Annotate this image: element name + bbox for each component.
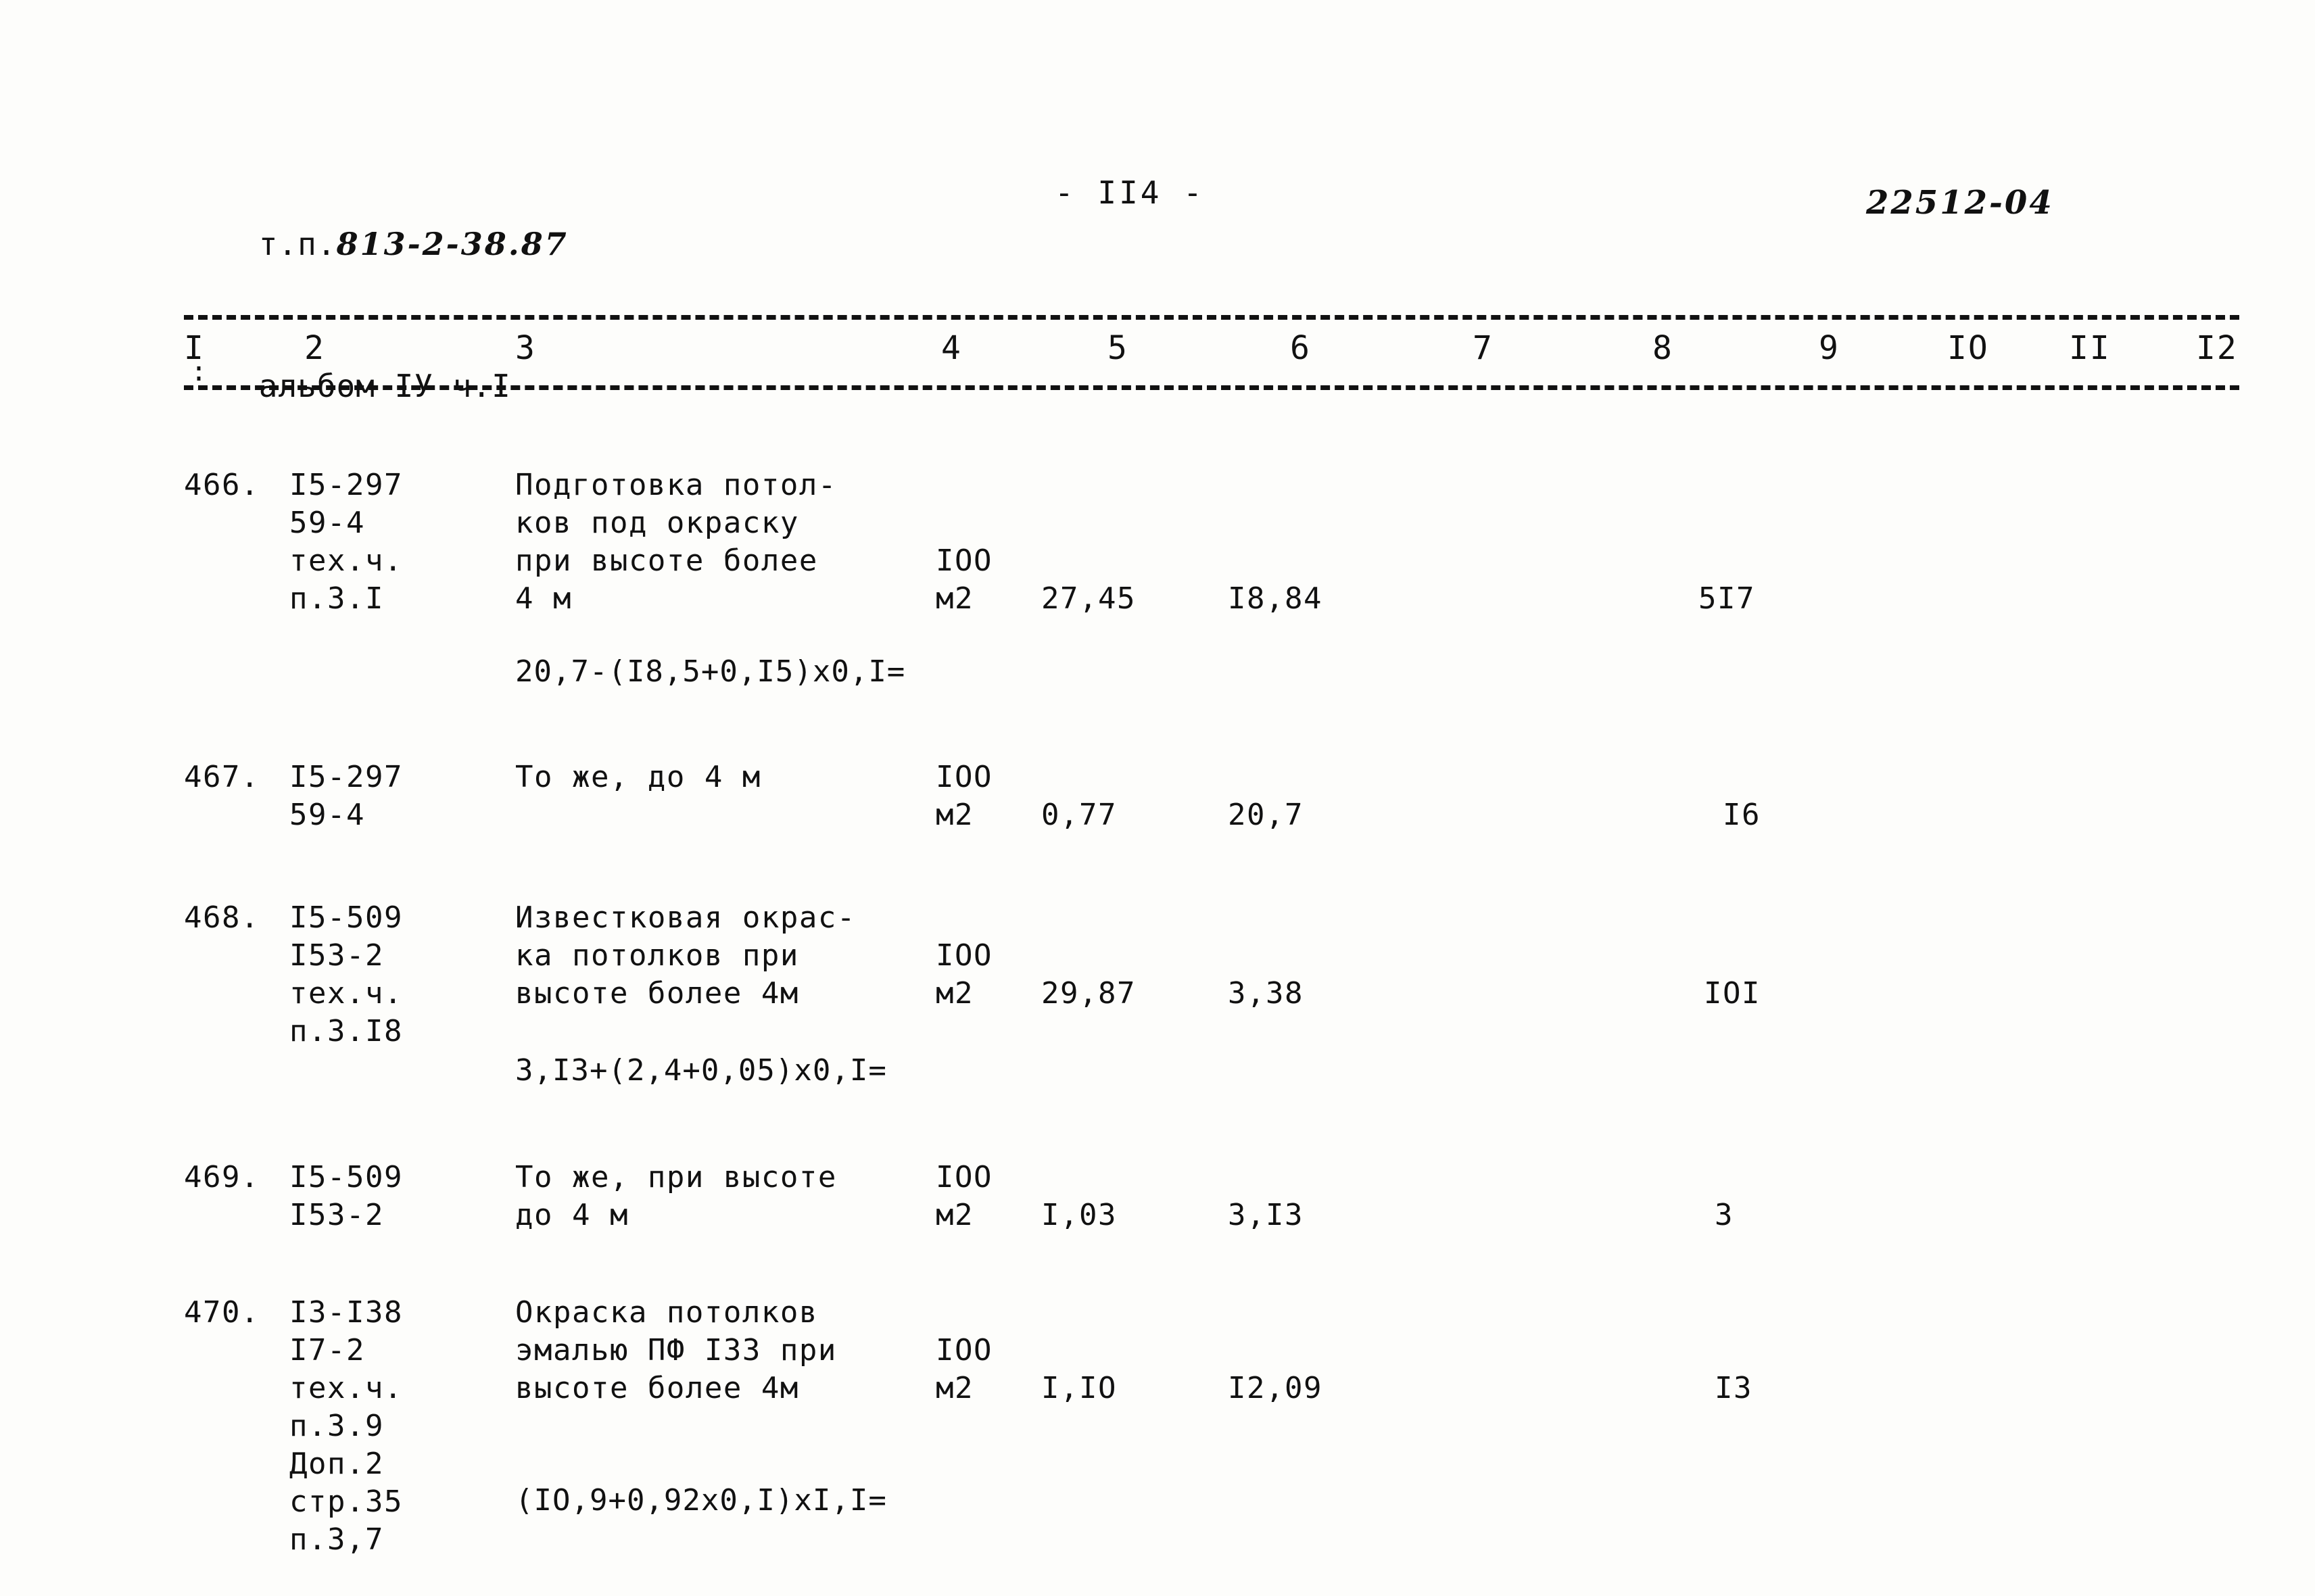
column-header-11: II bbox=[2069, 329, 2111, 367]
table-row-col6: 20,7 bbox=[1228, 798, 1304, 832]
table-row-description: Подготовка потол- ков под окраску при вы… bbox=[515, 468, 837, 616]
column-header-3: 3 bbox=[515, 329, 536, 367]
table-row-unit: IOO м2 bbox=[936, 1333, 993, 1405]
column-header-12: I2 bbox=[2196, 329, 2238, 367]
table-row-formula: 20,7-(I8,5+0,I5)x0,I= bbox=[515, 654, 906, 689]
doc-code-label: т.п. bbox=[258, 226, 337, 262]
table-row-codes: I5-297 59-4 bbox=[289, 760, 403, 832]
table-row-no: 466. bbox=[184, 468, 260, 502]
table-row-col5: I,03 bbox=[1041, 1198, 1117, 1232]
table-row-unit: IOO м2 bbox=[936, 1160, 993, 1232]
table-row-unit: IOO м2 bbox=[936, 760, 993, 832]
column-header-5: 5 bbox=[1107, 329, 1128, 367]
table-row-unit: IOO м2 bbox=[936, 938, 993, 1011]
document-page: т.п.813-2-38.87 альбом IУ ч.I - II4 - 22… bbox=[0, 0, 2315, 1596]
table-row-no: 468. bbox=[184, 900, 260, 935]
column-header-9: 9 bbox=[1819, 329, 1840, 367]
table-row-description: Известковая окрас- ка потолков при высот… bbox=[515, 900, 856, 1011]
table-row-unit: IOO м2 bbox=[936, 543, 993, 616]
table-row-codes: I5-509 I53-2 тех.ч. п.3.I8 bbox=[289, 900, 403, 1048]
table-row-codes: I5-297 59-4 тех.ч. п.3.I bbox=[289, 468, 403, 616]
table-row-col6: 3,I3 bbox=[1228, 1198, 1304, 1232]
table-row-col6: 3,38 bbox=[1228, 976, 1304, 1011]
table-row-col8: I6 bbox=[1723, 798, 1761, 832]
doc-code-value: 813-2-38.87 bbox=[336, 226, 569, 262]
table-row-col8: I3 bbox=[1715, 1371, 1752, 1405]
table-row-col8: 3 bbox=[1715, 1198, 1734, 1232]
column-header-1: I bbox=[184, 329, 205, 367]
table-row-col8: IOI bbox=[1704, 976, 1761, 1011]
table-row-col5: I,IO bbox=[1041, 1371, 1117, 1405]
column-header-4: 4 bbox=[941, 329, 962, 367]
table-rule-bottom bbox=[184, 385, 2239, 390]
table-row-description: Окраска потолков эмалью ПФ I33 при высот… bbox=[515, 1295, 837, 1405]
column-header-6: 6 bbox=[1290, 329, 1311, 367]
table-row-no: 470. bbox=[184, 1295, 260, 1330]
page-number: - II4 - bbox=[1055, 174, 1205, 211]
archive-code: 22512-04 bbox=[1866, 184, 2054, 222]
table-row-col6: I2,09 bbox=[1228, 1371, 1322, 1405]
table-row-formula: (IO,9+0,92x0,I)xI,I= bbox=[515, 1483, 887, 1518]
table-rule-top bbox=[184, 315, 2239, 320]
column-header-10: IO bbox=[1947, 329, 1989, 367]
table-row-col5: 0,77 bbox=[1041, 798, 1117, 832]
table-row-codes: I5-509 I53-2 bbox=[289, 1160, 403, 1232]
column-header-8: 8 bbox=[1652, 329, 1673, 367]
table-row-formula: 3,I3+(2,4+0,05)x0,I= bbox=[515, 1053, 887, 1088]
table-row-no: 469. bbox=[184, 1160, 260, 1194]
table-row-description: То же, при высоте до 4 м bbox=[515, 1160, 837, 1232]
column-header-2: 2 bbox=[304, 329, 325, 367]
column-header-7: 7 bbox=[1473, 329, 1494, 367]
table-row-description: То же, до 4 м bbox=[515, 760, 761, 794]
table-row-no: 467. bbox=[184, 760, 260, 794]
table-row-col8: 5I7 bbox=[1698, 581, 1755, 616]
table-row-col5: 27,45 bbox=[1041, 581, 1136, 616]
table-row-col5: 29,87 bbox=[1041, 976, 1136, 1011]
table-row-col6: I8,84 bbox=[1228, 581, 1322, 616]
table-row-codes: I3-I38 I7-2 тех.ч. п.3.9 Доп.2 стр.35 п.… bbox=[289, 1295, 403, 1557]
